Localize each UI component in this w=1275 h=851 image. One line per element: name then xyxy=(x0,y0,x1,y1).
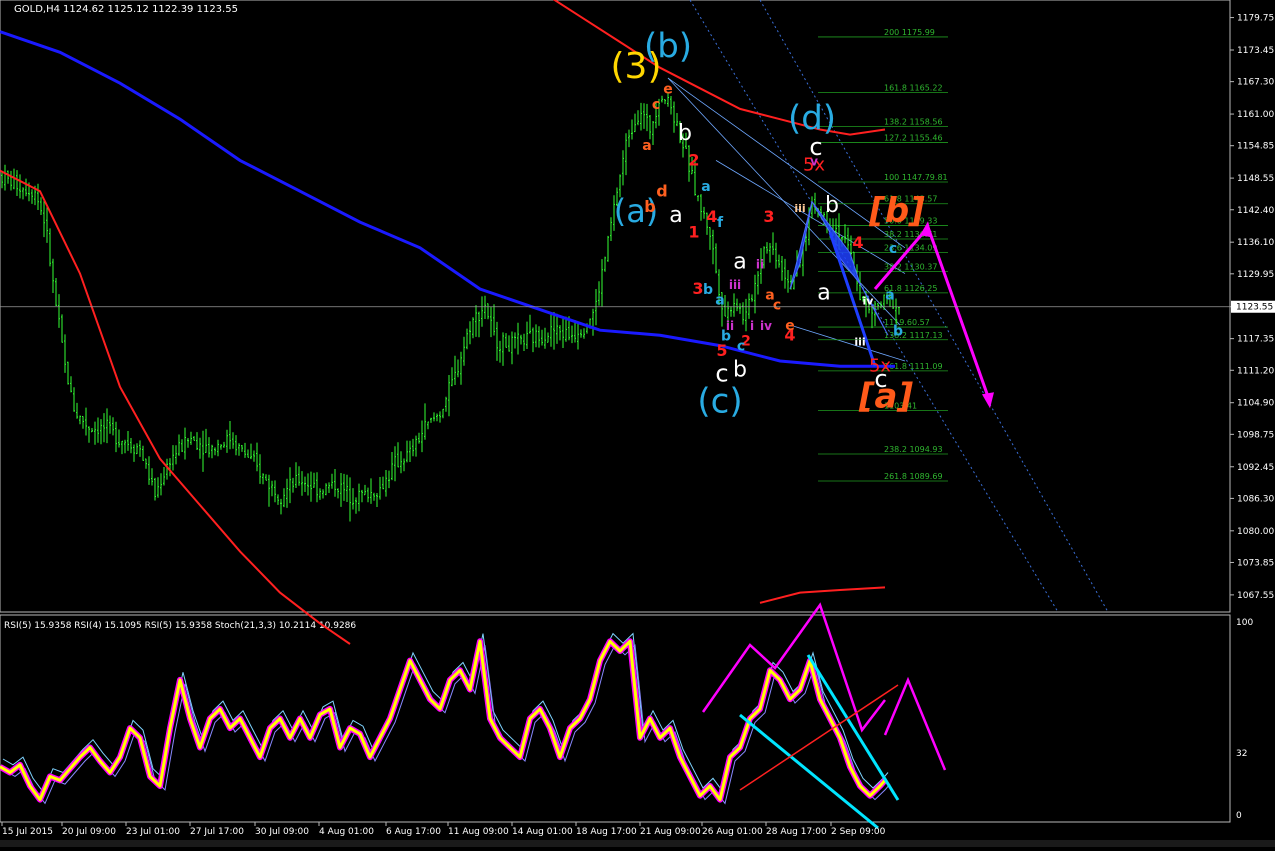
time-label: 23 Jul 01:00 xyxy=(126,827,180,837)
price-tick-label: 1136.10 xyxy=(1237,238,1274,248)
wave-label: a xyxy=(642,138,651,154)
wave-label: b xyxy=(644,197,655,216)
wave-label: 3 xyxy=(763,207,774,226)
price-tick-label: 1117.35 xyxy=(1237,335,1274,345)
wave-label: c xyxy=(737,339,745,355)
wave-label: iii xyxy=(854,336,865,349)
wave-label: 4 xyxy=(852,233,863,252)
price-tick-label: 1104.90 xyxy=(1237,399,1274,409)
time-label: 30 Jul 09:00 xyxy=(255,827,309,837)
wave-label: b xyxy=(893,323,903,339)
wave-label: ii xyxy=(756,257,764,271)
fib-label: 238.2 1094.93 xyxy=(884,445,943,454)
wave-label: (b) xyxy=(644,26,692,66)
wave-label: a xyxy=(701,179,710,195)
wave-label: 2 xyxy=(688,151,699,170)
fib-label: 100 1147.79.81 xyxy=(884,173,948,182)
time-label: 21 Aug 09:00 xyxy=(640,827,701,837)
fib-label: 127.2 1155.46 xyxy=(884,134,943,143)
price-tick-label: 1148.55 xyxy=(1237,174,1274,184)
wave-label: b xyxy=(733,357,747,382)
time-label: 20 Jul 09:00 xyxy=(62,827,116,837)
fib-label: 261.8 1089.69 xyxy=(884,472,943,481)
ohlc-label: 1124.62 1125.12 1122.39 1123.55 xyxy=(63,4,238,15)
wave-label: a xyxy=(765,287,774,303)
time-label: 26 Aug 01:00 xyxy=(702,827,763,837)
time-label: 27 Jul 17:00 xyxy=(190,827,244,837)
osc-tick-label: 0 xyxy=(1236,811,1242,821)
chart-svg: GOLD,H4 1124.62 1125.12 1122.39 1123.55 … xyxy=(0,0,1275,847)
price-tick-label: 1073.85 xyxy=(1237,558,1274,568)
wave-label: c xyxy=(889,241,897,257)
indicator-header: RSI(5) 15.9358 RSI(4) 15.1095 RSI(5) 15.… xyxy=(4,621,356,631)
wave-label: e xyxy=(785,318,795,334)
wave-label: a xyxy=(885,287,894,303)
wave-label: a xyxy=(715,292,724,308)
wave-label: a xyxy=(669,203,682,228)
time-label: 2 Sep 09:00 xyxy=(831,827,886,837)
time-label: 11 Aug 09:00 xyxy=(448,827,509,837)
fib-label: 161.8 1165.22 xyxy=(884,83,943,92)
price-tick-label: 1173.45 xyxy=(1237,46,1274,56)
wave-label: iii xyxy=(794,202,805,215)
price-tick-label: 1092.45 xyxy=(1237,463,1274,473)
price-tick-label: 1080.00 xyxy=(1237,527,1274,537)
current-price-label: 1123.55 xyxy=(1236,303,1273,313)
time-label: 4 Aug 01:00 xyxy=(319,827,374,837)
price-tick-label: 1067.55 xyxy=(1237,591,1274,601)
wave-label: c xyxy=(652,97,660,113)
time-label: 14 Aug 01:00 xyxy=(512,827,573,837)
wave-label: f xyxy=(717,215,724,231)
wave-label: a xyxy=(733,249,746,274)
price-tick-label: 1111.20 xyxy=(1237,366,1274,376)
price-tick-label: 1098.75 xyxy=(1237,430,1274,440)
bracket-label: [a] xyxy=(858,376,913,416)
wave-label: c xyxy=(715,360,728,388)
price-tick-label: 1129.95 xyxy=(1237,270,1274,280)
price-tick-label: 1167.30 xyxy=(1237,78,1274,88)
chart-root: GOLD,H4 1124.62 1125.12 1122.39 1123.55 … xyxy=(0,0,1275,847)
scroll-strip xyxy=(0,840,1275,847)
wave-label: b xyxy=(703,282,713,298)
osc-tick-label: 100 xyxy=(1236,618,1253,628)
fib-label: 138.2 1158.56 xyxy=(884,118,943,127)
price-tick-label: 1179.75 xyxy=(1237,14,1274,24)
symbol-label: GOLD,H4 xyxy=(14,4,60,15)
wave-label: 4 xyxy=(706,207,717,226)
wave-label: iv xyxy=(760,319,772,333)
time-label: 18 Aug 17:00 xyxy=(576,827,637,837)
wave-label: a xyxy=(817,280,830,305)
price-tick-label: 1154.85 xyxy=(1237,142,1274,152)
osc-tick-label: 32 xyxy=(1236,749,1247,759)
wave-label: d xyxy=(656,181,667,200)
wave-label: b xyxy=(678,121,692,146)
wave-label: b xyxy=(825,193,839,218)
price-tick-label: 1161.00 xyxy=(1237,110,1274,120)
bracket-label: [b] xyxy=(868,191,925,231)
wave-label: iv xyxy=(863,294,875,307)
wave-label: v xyxy=(810,155,818,169)
wave-label: iii xyxy=(729,278,741,292)
price-tick-label: 1086.30 xyxy=(1237,494,1274,504)
wave-label: i xyxy=(750,319,754,333)
wave-label: 3 xyxy=(692,279,703,298)
wave-label: 1 xyxy=(688,223,699,242)
price-tick-label: 1142.40 xyxy=(1237,206,1274,216)
wave-label: e xyxy=(663,81,673,97)
time-label: 28 Aug 17:00 xyxy=(766,827,827,837)
wave-label: 5x xyxy=(869,355,891,376)
time-label: 15 Jul 2015 xyxy=(2,827,53,837)
wave-label: ii xyxy=(726,319,734,333)
fib-label: 1119.60.57 xyxy=(884,318,930,327)
fib-label: 200 1175.99 xyxy=(884,28,935,37)
time-label: 6 Aug 17:00 xyxy=(386,827,441,837)
